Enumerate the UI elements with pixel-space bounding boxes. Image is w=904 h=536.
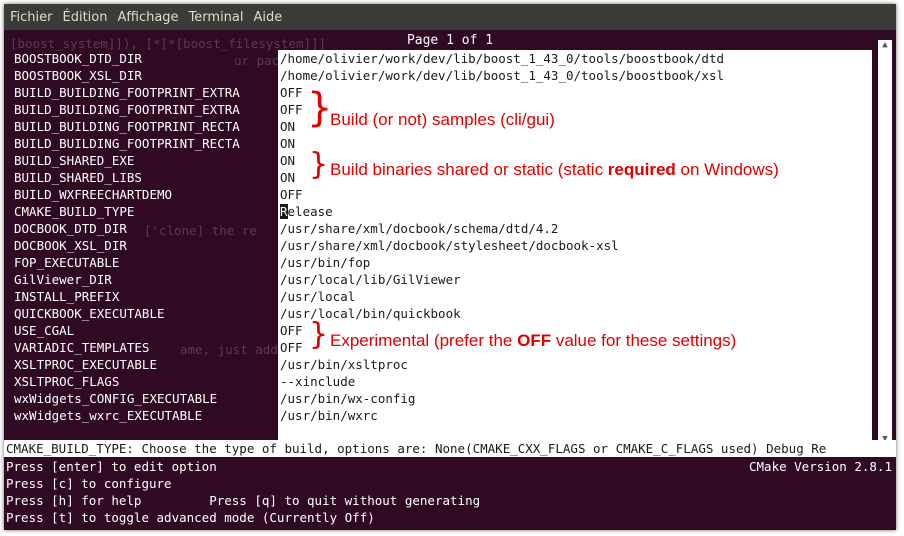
option-description: CMAKE_BUILD_TYPE: Choose the type of bui… — [4, 440, 896, 457]
menu-bar: Fichier Édition Affichage Terminal Aide — [4, 4, 896, 30]
option-key: BUILD_BUILDING_FOOTPRINT_RECTA — [14, 136, 240, 151]
menu-aide[interactable]: Aide — [248, 10, 287, 25]
menu-fichier[interactable]: Fichier — [4, 10, 57, 25]
curly-brace-icon: } — [309, 317, 329, 352]
option-row[interactable]: QUICKBOOK_EXECUTABLE /usr/local/bin/quic… — [4, 305, 874, 322]
scrollbar[interactable]: ▲ ▼ — [878, 40, 892, 444]
annotation-experimental: Experimental (prefer the OFF value for t… — [330, 331, 737, 350]
option-row[interactable]: BOOSTBOOK_DTD_DIR /home/olivier/work/dev… — [4, 50, 874, 67]
curly-brace-icon: } — [309, 147, 329, 182]
option-row[interactable]: wxWidgets_CONFIG_EXECUTABLE /usr/bin/wx-… — [4, 390, 874, 407]
help-toggle: Press [t] to toggle advanced mode (Curre… — [6, 510, 375, 525]
menu-affichage[interactable]: Affichage — [111, 10, 182, 25]
menu-edition[interactable]: Édition — [57, 10, 112, 25]
option-row[interactable]: wxWidgets_wxrc_EXECUTABLE /usr/bin/wxrc — [4, 407, 874, 424]
scroll-up-icon[interactable]: ▲ — [878, 40, 892, 50]
terminal-window: Fichier Édition Affichage Terminal Aide … — [4, 4, 896, 530]
empty-row — [4, 424, 874, 441]
text-cursor: R — [280, 204, 288, 219]
option-key: GilViewer_DIR — [14, 272, 112, 287]
option-key: BOOSTBOOK_XSL_DIR — [14, 68, 142, 83]
option-row[interactable]: XSLTPROC_EXECUTABLE /usr/bin/xsltproc — [4, 356, 874, 373]
empty-value-area — [278, 424, 872, 441]
option-key: USE_CGAL — [14, 323, 75, 338]
option-row[interactable]: BUILD_BUILDING_FOOTPRINT_RECTA ON — [4, 135, 874, 152]
annotation-shared: Build binaries shared or static (static … — [330, 160, 779, 179]
curly-brace-icon: } — [307, 85, 333, 131]
help-help-quit: Press [h] for help Press [q] to quit wit… — [6, 493, 481, 508]
option-value[interactable]: /usr/bin/xsltproc — [278, 356, 872, 373]
option-value[interactable]: /usr/local — [278, 288, 872, 305]
option-key: wxWidgets_CONFIG_EXECUTABLE — [14, 391, 218, 406]
option-row[interactable]: BOOSTBOOK_XSL_DIR /home/olivier/work/dev… — [4, 67, 874, 84]
option-value[interactable]: --xinclude — [278, 373, 872, 390]
option-key: BUILD_SHARED_EXE — [14, 153, 135, 168]
option-key: BUILD_BUILDING_FOOTPRINT_EXTRA — [14, 102, 240, 117]
option-row[interactable]: BUILD_WXFREECHARTDEMO OFF — [4, 186, 874, 203]
option-row[interactable]: DOCBOOK_XSL_DIR /usr/share/xml/docbook/s… — [4, 237, 874, 254]
option-value[interactable]: /usr/local/bin/quickbook — [278, 305, 872, 322]
option-row[interactable]: INSTALL_PREFIX /usr/local — [4, 288, 874, 305]
annotation-samples: Build (or not) samples (cli/gui) — [330, 110, 555, 129]
option-value[interactable]: /usr/bin/fop — [278, 254, 872, 271]
option-value[interactable]: ON — [278, 135, 872, 152]
option-value[interactable]: OFF — [278, 84, 872, 101]
option-key: BUILD_BUILDING_FOOTPRINT_EXTRA — [14, 85, 240, 100]
option-key: DOCBOOK_XSL_DIR — [14, 238, 127, 253]
option-row[interactable]: GilViewer_DIR /usr/local/lib/GilViewer — [4, 271, 874, 288]
option-value[interactable]: Release — [278, 203, 872, 220]
option-row-selected[interactable]: CMAKE_BUILD_TYPE Release — [4, 203, 874, 220]
option-value-text: elease — [287, 204, 333, 219]
option-key: DOCBOOK_DTD_DIR — [14, 221, 127, 236]
option-value[interactable]: OFF — [278, 186, 872, 203]
option-key: INSTALL_PREFIX — [14, 289, 120, 304]
cmake-version: CMake Version 2.8.1 — [749, 459, 892, 474]
option-value[interactable]: /home/olivier/work/dev/lib/boost_1_43_0/… — [278, 67, 872, 84]
option-key: BOOSTBOOK_DTD_DIR — [14, 51, 142, 66]
option-key: BUILD_WXFREECHARTDEMO — [14, 187, 173, 202]
option-key: QUICKBOOK_EXECUTABLE — [14, 306, 165, 321]
option-row[interactable]: DOCBOOK_DTD_DIR /usr/share/xml/docbook/s… — [4, 220, 874, 237]
ccmake-screen[interactable]: [boost_system]]), [*[*[boost_filesystem]… — [4, 30, 896, 530]
option-value[interactable]: /usr/share/xml/docbook/stylesheet/docboo… — [278, 237, 872, 254]
option-value[interactable]: /usr/bin/wxrc — [278, 407, 872, 424]
help-configure: Press [c] to configure — [6, 476, 172, 491]
option-value[interactable]: /usr/local/lib/GilViewer — [278, 271, 872, 288]
option-key: wxWidgets_wxrc_EXECUTABLE — [14, 408, 203, 423]
option-key: FOP_EXECUTABLE — [14, 255, 120, 270]
option-key: CMAKE_BUILD_TYPE — [14, 204, 135, 219]
option-value[interactable]: /usr/bin/wx-config — [278, 390, 872, 407]
option-key: BUILD_BUILDING_FOOTPRINT_RECTA — [14, 119, 240, 134]
option-key: VARIADIC_TEMPLATES — [14, 340, 150, 355]
option-key: BUILD_SHARED_LIBS — [14, 170, 142, 185]
option-value[interactable]: /usr/share/xml/docbook/schema/dtd/4.2 — [278, 220, 872, 237]
option-row[interactable]: XSLTPROC_FLAGS --xinclude — [4, 373, 874, 390]
menu-terminal[interactable]: Terminal — [183, 10, 248, 25]
option-row[interactable]: BUILD_BUILDING_FOOTPRINT_EXTRA OFF — [4, 84, 874, 101]
help-enter: Press [enter] to edit option — [6, 459, 217, 474]
option-value[interactable]: /home/olivier/work/dev/lib/boost_1_43_0/… — [278, 50, 872, 67]
option-key: XSLTPROC_FLAGS — [14, 374, 120, 389]
option-row[interactable]: FOP_EXECUTABLE /usr/bin/fop — [4, 254, 874, 271]
option-key: XSLTPROC_EXECUTABLE — [14, 357, 157, 372]
page-indicator: Page 1 of 1 — [406, 33, 494, 48]
